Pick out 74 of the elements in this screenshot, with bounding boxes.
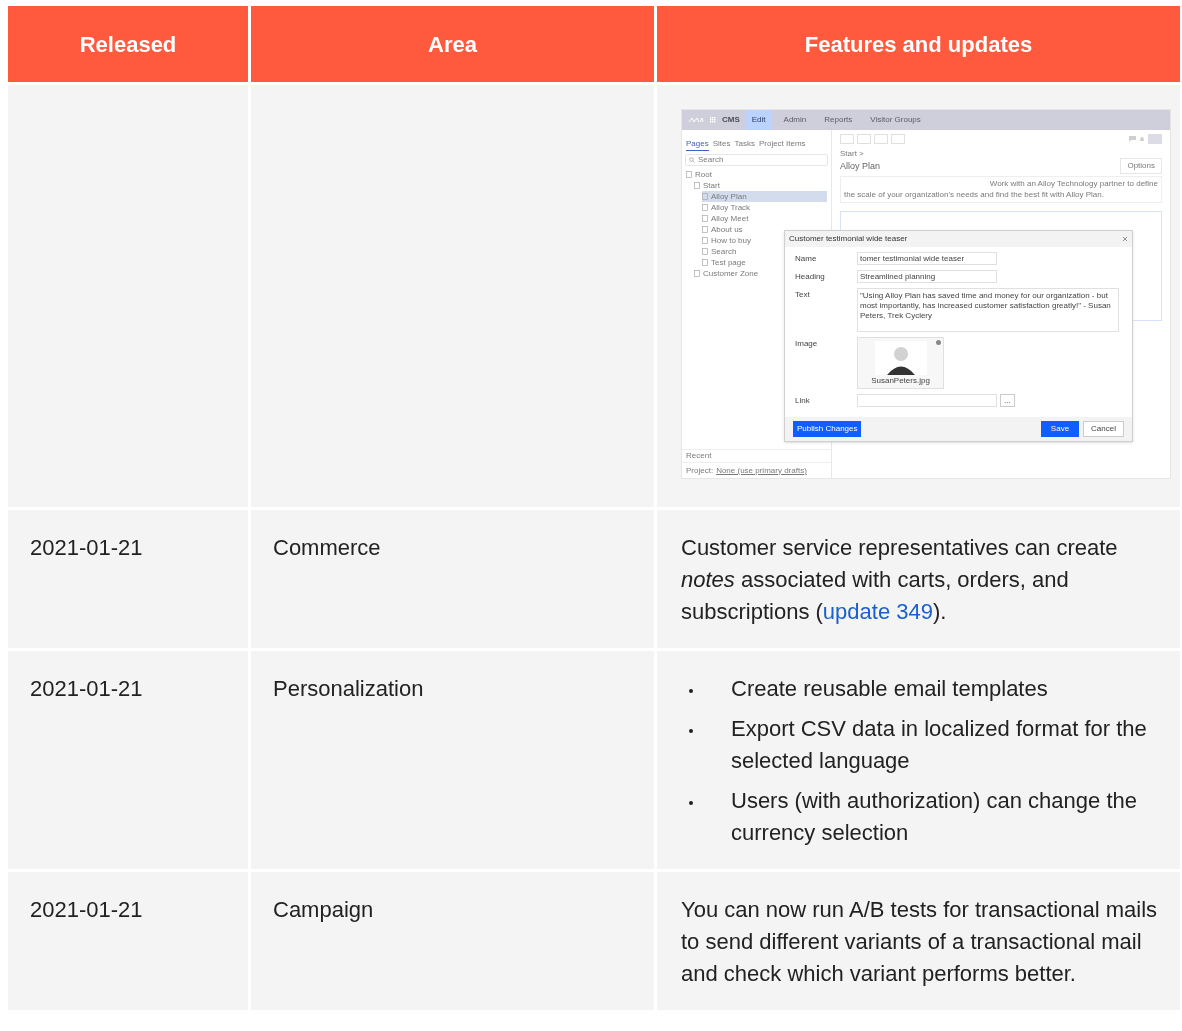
panel-tab[interactable]: Pages: [686, 138, 709, 151]
remove-icon[interactable]: [936, 340, 941, 345]
column-header: Area: [251, 6, 654, 82]
feature-description: Customer service representatives can create notes associated with carts, orders, and subscriptions (update 349).: [681, 534, 1119, 626]
product-name: CMS: [722, 114, 740, 126]
publish-button[interactable]: Publish Changes: [793, 421, 862, 437]
breadcrumb[interactable]: Start >: [840, 148, 881, 160]
image-field[interactable]: SusanPeters.jpg: [857, 337, 944, 389]
nav-tab[interactable]: Admin: [777, 110, 813, 130]
nav-tab[interactable]: Reports: [818, 110, 859, 130]
table-cell: Campaign: [251, 872, 654, 1010]
toolbar-icon[interactable]: [840, 134, 854, 144]
image-filename: SusanPeters.jpg: [871, 376, 930, 386]
table-cell: 2021-01-21: [8, 872, 248, 1010]
panel-tab[interactable]: Tasks: [734, 138, 755, 151]
tree-item[interactable]: Customer Zone: [703, 268, 759, 279]
tree-item[interactable]: Alloy Meet: [711, 213, 749, 224]
tree-item[interactable]: About us: [711, 224, 743, 235]
toolbar-icon[interactable]: [857, 134, 871, 144]
field-label: Text: [795, 289, 811, 301]
options-button[interactable]: Options: [1120, 157, 1162, 174]
field-label: Link: [795, 395, 811, 407]
field-label: Heading: [795, 271, 826, 283]
column-header: Released: [8, 6, 248, 82]
comment-icon[interactable]: [1129, 136, 1136, 142]
toolbar-icon[interactable]: [891, 134, 905, 144]
tree-item[interactable]: Root: [695, 169, 712, 180]
toolbar-icon[interactable]: [874, 134, 888, 144]
feature-item: Export CSV data in localized format for the selected language: [731, 715, 1148, 775]
bullet-icon: [689, 729, 693, 733]
feature-item: Create reusable email templates: [731, 675, 1048, 703]
table-cell: 2021-01-21: [8, 510, 248, 648]
field-label: Name: [795, 253, 818, 265]
table-cell: Commerce: [251, 510, 654, 648]
project-label: Project:: [686, 464, 714, 477]
feature-description: You can now run A/B tests for transactional mails to send different variants of a transactional mail and check which variant performs better.: [681, 896, 1159, 988]
project-link[interactable]: None (use primary drafts): [716, 464, 807, 477]
table-cell: 2021-01-21: [8, 651, 248, 869]
person-photo-placeholder: [874, 341, 927, 375]
page-title: Alloy Plan: [840, 160, 881, 173]
search-icon: [689, 157, 695, 163]
link-field[interactable]: [857, 394, 997, 407]
content-text: Work with an Alloy Technology partner to define: [988, 178, 1158, 189]
close-icon[interactable]: [1122, 236, 1128, 242]
panel-tab[interactable]: Project Items: [758, 138, 806, 151]
bullet-icon: [689, 801, 693, 805]
field-label: Image: [795, 338, 819, 350]
nav-tab[interactable]: Visitor Groups: [864, 110, 927, 130]
grid-icon[interactable]: [710, 117, 716, 123]
bell-icon[interactable]: [1139, 136, 1145, 142]
column-header: Features and updates: [657, 6, 1180, 82]
tree-item[interactable]: Alloy Track: [711, 202, 751, 213]
recent-bar[interactable]: Recent: [682, 449, 831, 462]
text-area[interactable]: "Using Alloy Plan has saved time and money for our organization - but most importantly, has increased customer satisfaction greatly!" - Susan Peters, Trek Cyclery: [857, 288, 1119, 332]
text-field[interactable]: Streamlined planning: [857, 270, 997, 283]
cancel-button[interactable]: Cancel: [1083, 421, 1124, 437]
tree-item[interactable]: Search: [711, 246, 737, 257]
folder-icon[interactable]: [1148, 134, 1162, 144]
bullet-icon: [689, 689, 693, 693]
save-button[interactable]: Save: [1040, 421, 1080, 437]
search-field[interactable]: Search: [685, 154, 828, 166]
tree-item[interactable]: How to buy: [711, 235, 752, 246]
logo-icon: [688, 117, 704, 123]
table-cell: Personalization: [251, 651, 654, 869]
update-link[interactable]: update 349: [822, 599, 933, 624]
dialog-title: Customer testimonial wide teaser: [789, 233, 908, 245]
tree-item[interactable]: Test page: [711, 257, 746, 268]
text-field[interactable]: tomer testimonial wide teaser: [857, 252, 997, 265]
panel-tab[interactable]: Sites: [712, 138, 731, 151]
nav-tab[interactable]: Edit: [745, 110, 772, 130]
tree-item[interactable]: Start: [703, 180, 720, 191]
browse-button[interactable]: ...: [1000, 394, 1015, 407]
feature-item: Users (with authorization) can change the currency selection: [731, 787, 1138, 847]
content-text: the scale of your organization's needs and find the best fit with Alloy Plan.: [844, 189, 1105, 200]
